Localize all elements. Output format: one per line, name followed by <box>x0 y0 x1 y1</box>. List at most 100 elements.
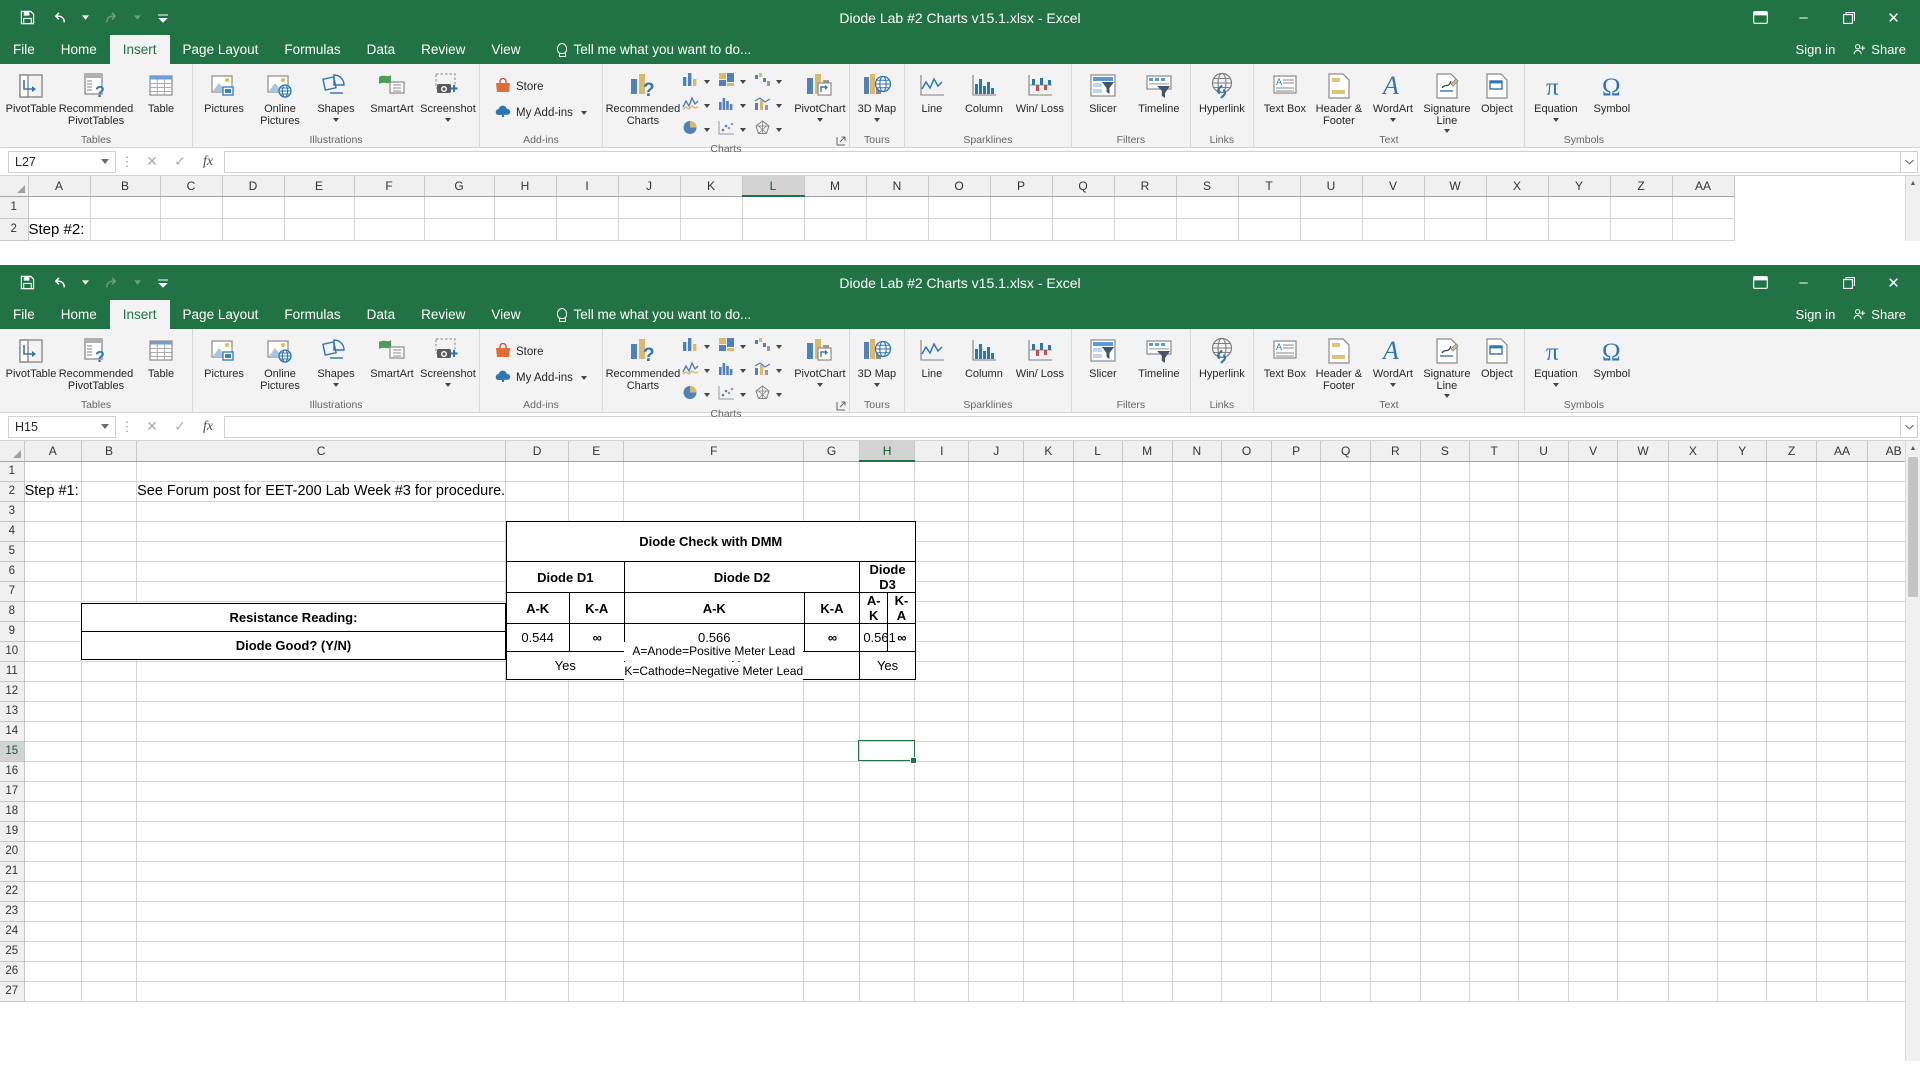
cell-O6[interactable] <box>1221 561 1272 582</box>
cell-X26[interactable] <box>1668 961 1719 982</box>
cell-S2[interactable] <box>1420 481 1471 502</box>
cell-D22[interactable] <box>505 881 570 902</box>
cell-AA5[interactable] <box>1816 541 1869 562</box>
cell-M24[interactable] <box>1122 921 1173 942</box>
column-header-P[interactable]: P <box>1271 441 1322 462</box>
cell-X5[interactable] <box>1668 541 1719 562</box>
cell-P27[interactable] <box>1271 981 1322 1002</box>
cell-A21[interactable] <box>24 861 82 882</box>
cell-G16[interactable] <box>803 761 860 782</box>
cell-E21[interactable] <box>568 861 625 882</box>
cell-G27[interactable] <box>803 981 860 1002</box>
cell-C13[interactable] <box>136 701 507 722</box>
cell-H20[interactable] <box>859 841 916 862</box>
minimize-button-top[interactable]: – <box>1781 0 1826 35</box>
cell-C1[interactable] <box>160 196 223 219</box>
cell-A27[interactable] <box>24 981 82 1002</box>
cell-Z14[interactable] <box>1766 721 1817 742</box>
cell-B20[interactable] <box>81 841 138 862</box>
cell-T11[interactable] <box>1469 661 1520 682</box>
cell-A22[interactable] <box>24 881 82 902</box>
cell-G2[interactable] <box>424 218 495 241</box>
cell-Q16[interactable] <box>1320 761 1372 782</box>
name-box-chevron-down-icon[interactable] <box>101 424 109 429</box>
cell-C15[interactable] <box>136 741 507 762</box>
cell-P9[interactable] <box>1271 621 1322 642</box>
chevron-down-icon[interactable] <box>739 393 746 397</box>
ribbon-button-symbol-top[interactable]: Ω Symbol <box>1584 68 1640 116</box>
column-header-E[interactable]: E <box>568 441 625 462</box>
cell-K1[interactable] <box>680 196 743 219</box>
column-header-H[interactable]: H <box>859 441 916 462</box>
cell-R6[interactable] <box>1370 561 1421 582</box>
cell-X6[interactable] <box>1668 561 1719 582</box>
cell-U2[interactable] <box>1518 481 1569 502</box>
column-header-I[interactable]: I <box>556 176 619 197</box>
cell-I13[interactable] <box>914 701 970 722</box>
cell-L19[interactable] <box>1073 821 1123 842</box>
cell-J10[interactable] <box>968 641 1025 662</box>
cell-P24[interactable] <box>1271 921 1322 942</box>
cell-J14[interactable] <box>968 721 1025 742</box>
cell-L10[interactable] <box>1073 641 1123 662</box>
restore-button-top[interactable] <box>1826 0 1871 35</box>
cell-J19[interactable] <box>968 821 1025 842</box>
cell-M20[interactable] <box>1122 841 1173 862</box>
cell-N15[interactable] <box>1172 741 1223 762</box>
cell-R23[interactable] <box>1370 901 1421 922</box>
cell-N1[interactable] <box>1172 461 1223 482</box>
tab-data-bottom[interactable]: Data <box>354 300 409 329</box>
cell-G13[interactable] <box>803 701 860 722</box>
cell-Q12[interactable] <box>1320 681 1372 702</box>
undo-dropdown-icon[interactable] <box>76 269 94 297</box>
cell-D17[interactable] <box>505 781 570 802</box>
cell-X9[interactable] <box>1668 621 1719 642</box>
column-header-G[interactable]: G <box>424 176 495 197</box>
ribbon-button-my-add-ins-top[interactable]: My Add-ins <box>491 100 591 126</box>
tab-view-top[interactable]: View <box>478 35 533 64</box>
cell-J13[interactable] <box>968 701 1025 722</box>
cell-N16[interactable] <box>1172 761 1223 782</box>
cell-U18[interactable] <box>1518 801 1569 822</box>
cell-V12[interactable] <box>1568 681 1619 702</box>
cell-O22[interactable] <box>1221 881 1272 902</box>
cell-T2[interactable] <box>1469 481 1520 502</box>
cell-T2[interactable] <box>1238 218 1301 241</box>
cell-U9[interactable] <box>1518 621 1569 642</box>
column-header-L[interactable]: L <box>1073 441 1123 462</box>
cell-V26[interactable] <box>1568 961 1619 982</box>
cell-H2[interactable] <box>494 218 557 241</box>
cell-I22[interactable] <box>914 881 970 902</box>
cell-V10[interactable] <box>1568 641 1619 662</box>
cell-Q26[interactable] <box>1320 961 1372 982</box>
cell-X13[interactable] <box>1668 701 1719 722</box>
cell-X11[interactable] <box>1668 661 1719 682</box>
cell-X19[interactable] <box>1668 821 1719 842</box>
chevron-down-icon[interactable] <box>775 393 782 397</box>
cell-U22[interactable] <box>1518 881 1569 902</box>
cell-S19[interactable] <box>1420 821 1471 842</box>
cell-L13[interactable] <box>1073 701 1123 722</box>
row-header-3[interactable]: 3 <box>0 501 25 522</box>
cell-P12[interactable] <box>1271 681 1322 702</box>
cell-P26[interactable] <box>1271 961 1322 982</box>
cell-S3[interactable] <box>1420 501 1471 522</box>
cell-R7[interactable] <box>1370 581 1421 602</box>
cell-F1[interactable] <box>354 196 425 219</box>
column-header-V[interactable]: V <box>1568 441 1619 462</box>
cell-R20[interactable] <box>1370 841 1421 862</box>
ribbon-button-table-top[interactable]: Table <box>133 68 189 116</box>
cell-E17[interactable] <box>568 781 625 802</box>
cell-K12[interactable] <box>1023 681 1074 702</box>
cell-B23[interactable] <box>81 901 138 922</box>
cell-M4[interactable] <box>1122 521 1173 542</box>
cell-Q24[interactable] <box>1320 921 1372 942</box>
cell-Z22[interactable] <box>1766 881 1817 902</box>
cell-P23[interactable] <box>1271 901 1322 922</box>
cell-A8[interactable] <box>24 601 82 622</box>
cell-A20[interactable] <box>24 841 82 862</box>
cell-N21[interactable] <box>1172 861 1223 882</box>
cell-C26[interactable] <box>136 961 507 982</box>
cell-Z13[interactable] <box>1766 701 1817 722</box>
row-header-1[interactable]: 1 <box>0 196 29 219</box>
